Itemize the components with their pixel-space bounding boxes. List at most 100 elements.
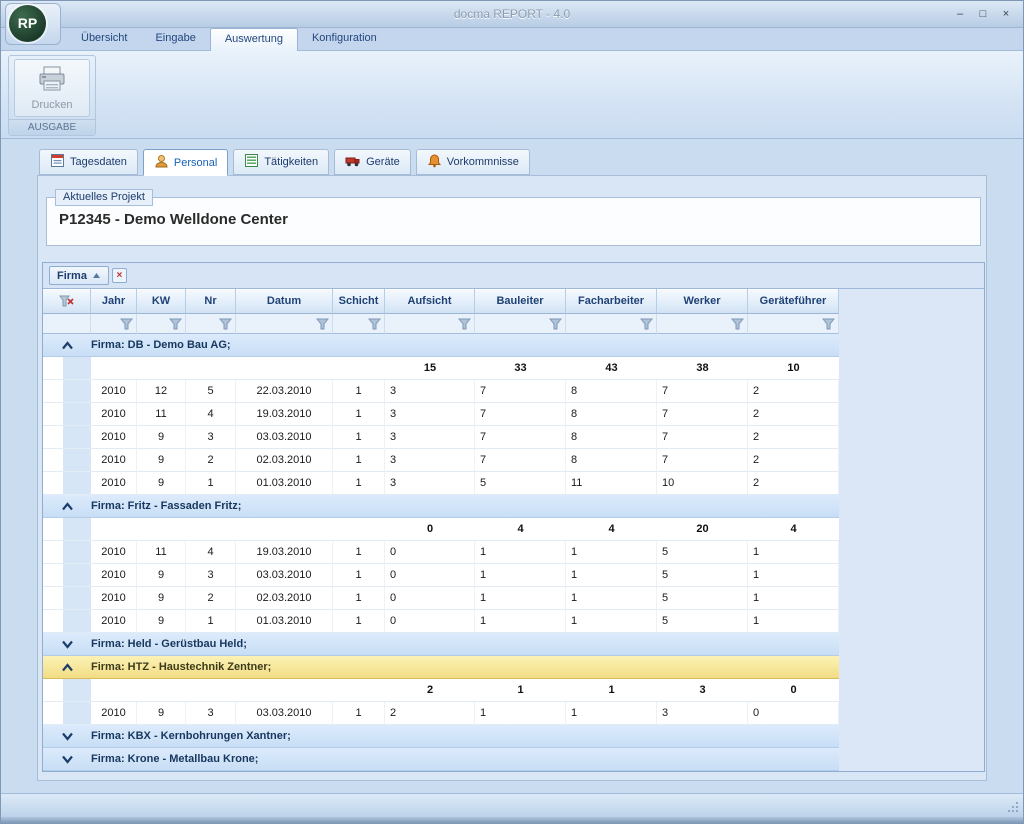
resize-grip[interactable] bbox=[1016, 810, 1018, 812]
cell: 2010 bbox=[91, 541, 137, 564]
project-box-label: Aktuelles Projekt bbox=[55, 189, 153, 206]
table-row[interactable]: 20109303.03.2010121130 bbox=[43, 702, 839, 725]
report-panel: Aktuelles Projekt P12345 - Demo Welldone… bbox=[37, 175, 987, 781]
table-row[interactable]: 20109303.03.2010101151 bbox=[43, 564, 839, 587]
cell: 03.03.2010 bbox=[236, 564, 333, 587]
tab-personal[interactable]: Personal bbox=[143, 149, 228, 176]
cell: 2010 bbox=[91, 564, 137, 587]
tab-geraete[interactable]: Geräte bbox=[334, 149, 411, 175]
summary-empty-cell bbox=[236, 518, 333, 541]
cell: 1 bbox=[333, 587, 385, 610]
cell: 19.03.2010 bbox=[236, 541, 333, 564]
column-header-werker[interactable]: Werker bbox=[657, 289, 748, 314]
group-expand-button[interactable] bbox=[43, 725, 91, 747]
column-header-jahr[interactable]: Jahr bbox=[91, 289, 137, 314]
table-row[interactable]: 201011419.03.2010137872 bbox=[43, 403, 839, 426]
column-header-datum[interactable]: Datum bbox=[236, 289, 333, 314]
filter-cell[interactable] bbox=[43, 314, 91, 334]
cell: 1 bbox=[333, 403, 385, 426]
table-row[interactable]: 201011419.03.2010101151 bbox=[43, 541, 839, 564]
remove-grouping-button[interactable]: × bbox=[112, 268, 127, 283]
cell: 1 bbox=[333, 449, 385, 472]
group-row[interactable]: Firma: KBX - Kernbohrungen Xantner; bbox=[43, 725, 839, 748]
ribbon-body: Drucken AUSGABE bbox=[1, 51, 1023, 139]
group-row[interactable]: Firma: Fritz - Fassaden Fritz; bbox=[43, 495, 839, 518]
group-expand-button[interactable] bbox=[43, 334, 91, 356]
tab-vorkommnisse[interactable]: Vorkommnisse bbox=[416, 149, 530, 175]
cell: 7 bbox=[657, 449, 748, 472]
group-indent bbox=[43, 472, 91, 495]
group-indent bbox=[43, 449, 91, 472]
filter-cell-werker[interactable] bbox=[657, 314, 748, 334]
ribbon-tab-konfiguration[interactable]: Konfiguration bbox=[298, 28, 391, 50]
cell: 2 bbox=[385, 702, 475, 725]
print-button[interactable]: Drucken bbox=[14, 59, 90, 117]
column-header-aufsicht[interactable]: Aufsicht bbox=[385, 289, 475, 314]
summary-empty-cell bbox=[91, 679, 137, 702]
group-by-bar[interactable]: Firma × bbox=[43, 263, 984, 289]
cell: 11 bbox=[137, 541, 186, 564]
table-row[interactable]: 20109202.03.2010101151 bbox=[43, 587, 839, 610]
summary-value: 15 bbox=[385, 357, 475, 380]
group-row[interactable]: Firma: Krone - Metallbau Krone; bbox=[43, 748, 839, 771]
title-bar[interactable]: docma REPORT - 4.0 – □ × bbox=[1, 1, 1023, 28]
table-row[interactable]: 20109101.03.201013511102 bbox=[43, 472, 839, 495]
cell: 2010 bbox=[91, 587, 137, 610]
filter-icon bbox=[169, 318, 182, 330]
table-row[interactable]: 20109101.03.2010101151 bbox=[43, 610, 839, 633]
column-header-facharbeiter[interactable]: Facharbeiter bbox=[566, 289, 657, 314]
report-icon bbox=[50, 153, 65, 171]
minimize-button[interactable]: – bbox=[951, 7, 969, 22]
maximize-button[interactable]: □ bbox=[974, 7, 992, 22]
ribbon-tab-eingabe[interactable]: Eingabe bbox=[141, 28, 209, 50]
table-row[interactable]: 201012522.03.2010137872 bbox=[43, 380, 839, 403]
group-expand-button[interactable] bbox=[43, 495, 91, 517]
ribbon-tab-uebersicht[interactable]: Übersicht bbox=[67, 28, 141, 50]
cell: 1 bbox=[566, 610, 657, 633]
group-expand-button[interactable] bbox=[43, 633, 91, 655]
table-row[interactable]: 20109303.03.2010137872 bbox=[43, 426, 839, 449]
group-indent bbox=[43, 403, 91, 426]
close-button[interactable]: × bbox=[997, 7, 1015, 22]
filter-cell-jahr[interactable] bbox=[91, 314, 137, 334]
clear-filter-icon bbox=[59, 295, 74, 307]
filter-cell-datum[interactable] bbox=[236, 314, 333, 334]
cell: 01.03.2010 bbox=[236, 610, 333, 633]
tab-tagesdaten[interactable]: Tagesdaten bbox=[39, 149, 138, 175]
filter-icon bbox=[640, 318, 653, 330]
cell: 2 bbox=[748, 403, 839, 426]
column-header-schicht[interactable]: Schicht bbox=[333, 289, 385, 314]
group-row[interactable]: Firma: HTZ - Haustechnik Zentner; bbox=[43, 656, 839, 679]
cell: 5 bbox=[657, 587, 748, 610]
clear-filter-button[interactable] bbox=[43, 289, 91, 314]
group-row[interactable]: Firma: DB - Demo Bau AG; bbox=[43, 334, 839, 357]
column-header-bauleiter[interactable]: Bauleiter bbox=[475, 289, 566, 314]
filter-cell-aufsicht[interactable] bbox=[385, 314, 475, 334]
group-by-pill-firma[interactable]: Firma bbox=[49, 266, 109, 285]
filter-cell-kw[interactable] bbox=[137, 314, 186, 334]
cell: 1 bbox=[475, 564, 566, 587]
app-logo[interactable]: RP bbox=[9, 5, 46, 42]
group-row[interactable]: Firma: Held - Gerüstbau Held; bbox=[43, 633, 839, 656]
column-header-kw[interactable]: KW bbox=[137, 289, 186, 314]
filter-cell-geräteführer[interactable] bbox=[748, 314, 839, 334]
ribbon-tab-auswertung[interactable]: Auswertung bbox=[210, 28, 298, 51]
column-header-geräteführer[interactable]: Geräteführer bbox=[748, 289, 839, 314]
cell: 1 bbox=[333, 610, 385, 633]
filter-cell-bauleiter[interactable] bbox=[475, 314, 566, 334]
tab-taetigkeiten[interactable]: Tätigkeiten bbox=[233, 149, 329, 175]
cell: 5 bbox=[657, 610, 748, 633]
summary-value: 4 bbox=[566, 518, 657, 541]
filter-cell-facharbeiter[interactable] bbox=[566, 314, 657, 334]
current-project-box: Aktuelles Projekt P12345 - Demo Welldone… bbox=[46, 197, 981, 246]
cell: 9 bbox=[137, 564, 186, 587]
filter-icon bbox=[120, 318, 133, 330]
group-expand-button[interactable] bbox=[43, 748, 91, 770]
table-row[interactable]: 20109202.03.2010137872 bbox=[43, 449, 839, 472]
filter-cell-nr[interactable] bbox=[186, 314, 236, 334]
cell: 5 bbox=[186, 380, 236, 403]
group-expand-button[interactable] bbox=[43, 656, 91, 678]
filter-cell-schicht[interactable] bbox=[333, 314, 385, 334]
ribbon-tab-bar: Übersicht Eingabe Auswertung Konfigurati… bbox=[1, 28, 1023, 51]
column-header-nr[interactable]: Nr bbox=[186, 289, 236, 314]
